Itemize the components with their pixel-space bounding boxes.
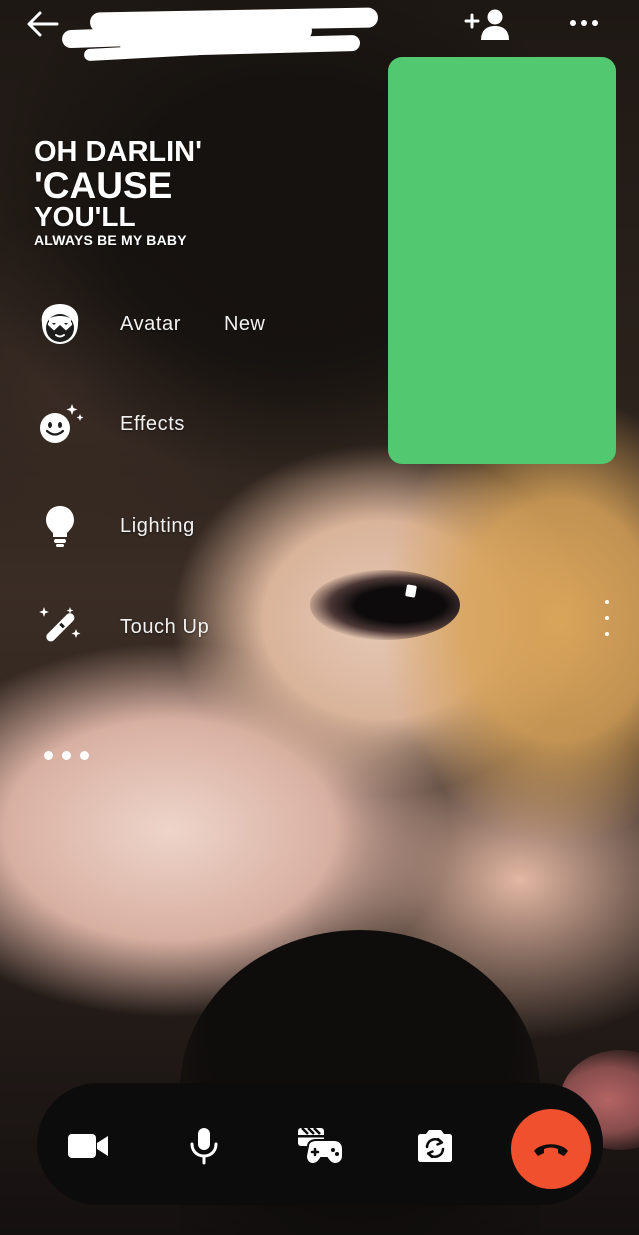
menu-item-avatar-label: Avatar <box>120 312 182 335</box>
menu-item-avatar[interactable]: Avatar New <box>36 298 265 350</box>
lyrics-line-4: ALWAYS BE MY BABY <box>34 232 187 248</box>
new-badge: New <box>224 312 266 335</box>
magic-wand-icon <box>36 603 84 651</box>
flip-camera-button[interactable] <box>405 1118 465 1174</box>
menu-item-lighting[interactable]: Lighting <box>36 500 194 552</box>
menu-item-lighting-label: Lighting <box>120 514 195 537</box>
more-horizontal-icon <box>570 20 576 26</box>
more-options-button[interactable] <box>560 8 608 38</box>
flip-camera-icon <box>418 1130 452 1162</box>
menu-item-effects-label: Effects <box>120 412 185 435</box>
menu-item-effects[interactable]: Effects <box>36 398 184 450</box>
game-controller-icon <box>298 1127 344 1166</box>
more-effects-button[interactable] <box>44 745 104 765</box>
contact-name-redacted <box>60 7 379 62</box>
lyrics-line-2: 'CAUSE <box>34 165 173 206</box>
self-view-preview[interactable] <box>388 57 616 464</box>
lyrics-line-1: OH DARLIN' <box>34 136 202 168</box>
video-camera-icon <box>68 1134 108 1158</box>
add-person-button[interactable] <box>462 6 514 42</box>
menu-item-touch-up-label: Touch Up <box>120 615 210 638</box>
top-bar <box>0 0 639 62</box>
more-horizontal-icon <box>44 750 53 760</box>
end-call-icon <box>534 1144 568 1156</box>
avatar-face-icon <box>36 300 84 348</box>
video-toggle-button[interactable] <box>58 1118 118 1174</box>
person-add-icon <box>464 9 509 40</box>
preview-drag-handle[interactable] <box>598 600 616 636</box>
mic-toggle-button[interactable] <box>174 1118 234 1174</box>
lyrics-line-3: YOU'LL <box>34 201 136 232</box>
lightbulb-icon <box>36 502 84 550</box>
lyrics-overlay-text: OH DARLIN' 'CAUSE YOU'LL ALWAYS BE MY BA… <box>34 136 202 248</box>
back-button[interactable] <box>22 6 62 42</box>
activities-button[interactable] <box>290 1118 350 1174</box>
sparkle-smiley-icon <box>36 400 84 448</box>
menu-item-touch-up[interactable]: Touch Up <box>36 601 209 653</box>
end-call-button[interactable] <box>511 1109 591 1189</box>
microphone-icon <box>190 1128 218 1165</box>
arrow-left-icon <box>27 11 59 37</box>
